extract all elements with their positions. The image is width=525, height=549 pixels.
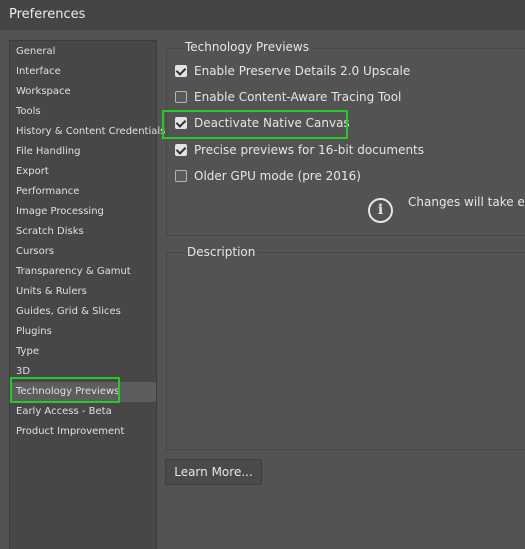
checkbox-checked[interactable] — [175, 65, 187, 77]
sidebar-item-image-processing[interactable]: Image Processing — [16, 202, 104, 222]
sidebar-item-general[interactable]: General — [16, 42, 55, 62]
sidebar-item-units-rulers[interactable]: Units & Rulers — [16, 282, 87, 302]
learn-more-button[interactable]: Learn More... — [165, 459, 262, 485]
window-title: Preferences — [9, 7, 86, 22]
option-label: Older GPU mode (pre 2016) — [194, 169, 361, 183]
checkbox-checked[interactable] — [175, 144, 187, 156]
checkbox-unchecked[interactable] — [175, 170, 187, 182]
sidebar-item-transparency[interactable]: Transparency & Gamut — [16, 262, 131, 282]
option-label: Precise previews for 16-bit documents — [194, 143, 425, 157]
sidebar-item-type[interactable]: Type — [16, 342, 39, 362]
sidebar-item-guides[interactable]: Guides, Grid & Slices — [16, 302, 121, 322]
sidebar-item-tools[interactable]: Tools — [16, 102, 41, 122]
sidebar-item-file-handling[interactable]: File Handling — [16, 142, 81, 162]
option-highlight-box — [162, 110, 348, 139]
option-older-gpu-mode[interactable]: Older GPU mode (pre 2016) — [175, 168, 361, 184]
option-content-aware-tracing[interactable]: Enable Content-Aware Tracing Tool — [175, 89, 401, 105]
technology-previews-title: Technology Previews — [182, 40, 312, 54]
sidebar-item-performance[interactable]: Performance — [16, 182, 79, 202]
sidebar-item-export[interactable]: Export — [16, 162, 49, 182]
option-preserve-details[interactable]: Enable Preserve Details 2.0 Upscale — [175, 63, 410, 79]
info-icon: i — [368, 198, 393, 223]
sidebar-item-scratch-disks[interactable]: Scratch Disks — [16, 222, 84, 242]
sidebar-item-product-improvement[interactable]: Product Improvement — [16, 422, 124, 442]
description-title: Description — [184, 245, 259, 259]
description-group — [166, 252, 525, 450]
info-message: Changes will take effe — [408, 195, 525, 209]
sidebar-item-early-access[interactable]: Early Access - Beta — [16, 402, 112, 422]
sidebar-item-workspace[interactable]: Workspace — [16, 82, 71, 102]
option-precise-previews[interactable]: Precise previews for 16-bit documents — [175, 142, 424, 158]
preferences-sidebar: General Interface Workspace Tools Histor… — [9, 40, 165, 549]
sidebar-item-interface[interactable]: Interface — [16, 62, 61, 82]
sidebar-item-cursors[interactable]: Cursors — [16, 242, 54, 262]
sidebar-highlight-box — [10, 377, 120, 403]
sidebar-item-history[interactable]: History & Content Credentials — [16, 122, 165, 142]
option-label: Enable Content-Aware Tracing Tool — [194, 90, 402, 104]
option-label: Enable Preserve Details 2.0 Upscale — [194, 64, 411, 78]
checkbox-unchecked[interactable] — [175, 91, 187, 103]
title-bar: Preferences — [0, 0, 525, 30]
sidebar-item-plugins[interactable]: Plugins — [16, 322, 52, 342]
